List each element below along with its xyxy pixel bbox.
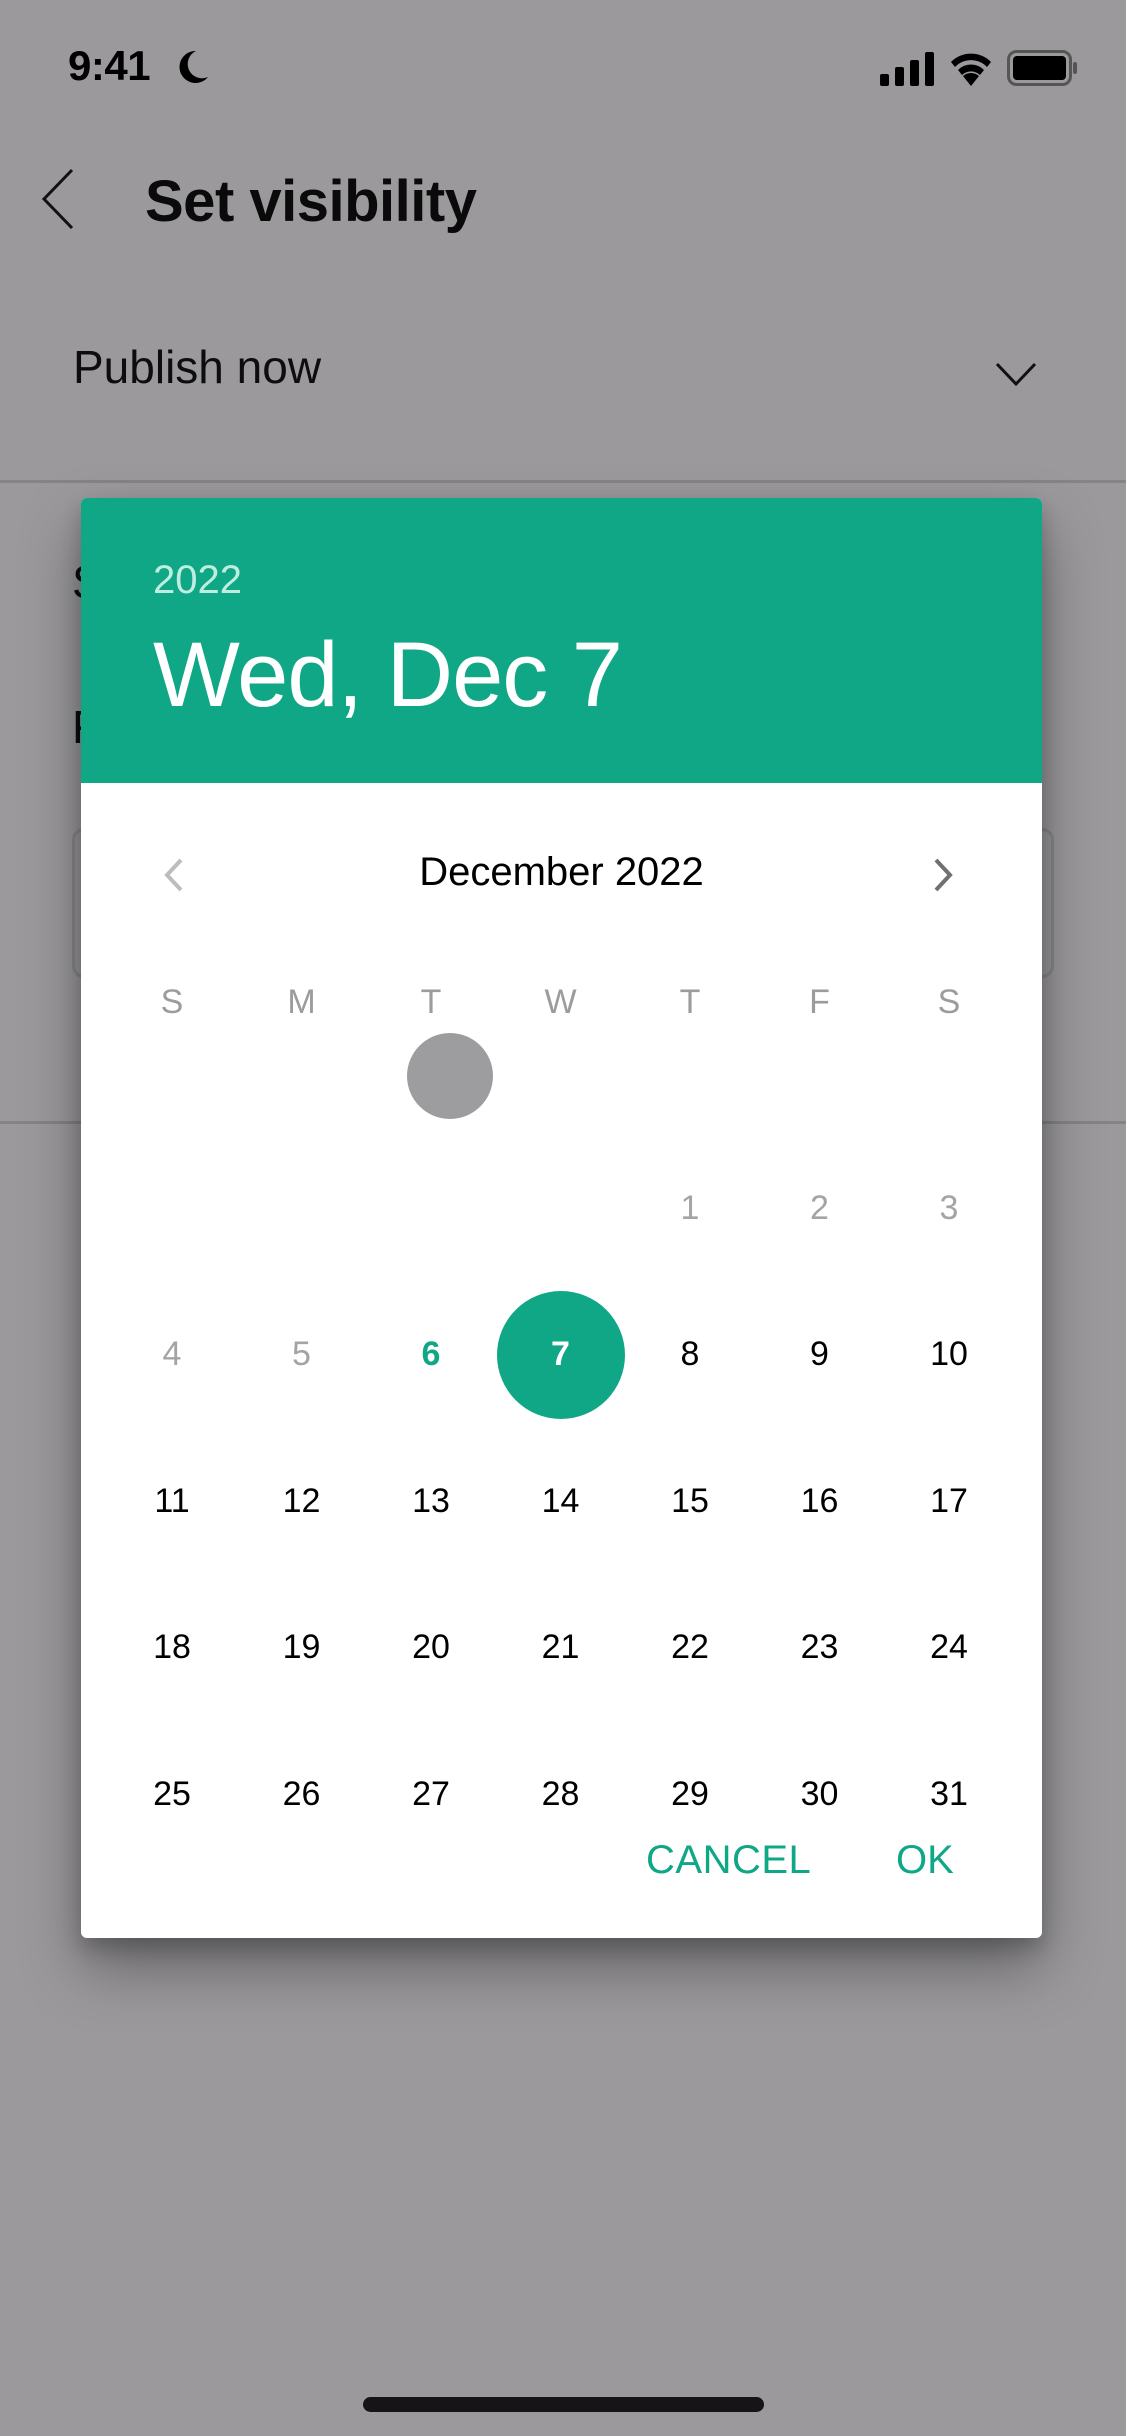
- wifi-icon: [951, 53, 991, 86]
- publish-select[interactable]: Publish now: [0, 320, 1126, 460]
- back-button[interactable]: [36, 166, 84, 232]
- day-grid: 1 2 3 4 5 6 7 8 9 10 11 12 13 14 15 16 17 18 19 20 21 22 23 24 2…: [81, 498, 1042, 1813]
- day-cell-disabled: 4: [162, 1335, 182, 1373]
- day-cell[interactable]: 21: [497, 1584, 625, 1712]
- day-cell[interactable]: 17: [885, 1437, 1013, 1565]
- day-cell[interactable]: 23: [756, 1584, 884, 1712]
- home-indicator[interactable]: [363, 2397, 764, 2412]
- publish-select-value: Publish now: [73, 341, 322, 393]
- day-cell[interactable]: 10: [885, 1291, 1013, 1419]
- divider: [0, 480, 1126, 483]
- battery-icon: [1007, 50, 1077, 86]
- page-title: Set visibility: [145, 169, 477, 234]
- day-cell[interactable]: 24: [885, 1584, 1013, 1712]
- day-cell[interactable]: 8: [626, 1291, 754, 1419]
- day-cell-today[interactable]: 6: [367, 1291, 495, 1419]
- day-cell[interactable]: 22: [626, 1584, 754, 1712]
- chevron-down-icon: [995, 362, 1037, 387]
- day-cell[interactable]: 11: [108, 1437, 236, 1565]
- day-cell-disabled: 3: [939, 1188, 959, 1227]
- ok-button[interactable]: OK: [896, 1838, 954, 1883]
- day-cell[interactable]: 9: [756, 1291, 884, 1419]
- day-cell[interactable]: 20: [367, 1584, 495, 1712]
- signal-icon: [880, 52, 934, 86]
- dialog-actions: CANCEL OK: [81, 1838, 1042, 1918]
- status-time: 9:41: [68, 42, 151, 89]
- cancel-button[interactable]: CANCEL: [646, 1838, 811, 1883]
- date-picker-dialog: 2022 Wed, Dec 7 December 2022 SMTWTFS 12…: [81, 498, 1042, 1938]
- day-cell[interactable]: 15: [626, 1437, 754, 1565]
- day-cell-disabled: 1: [680, 1188, 700, 1227]
- day-cell[interactable]: 12: [238, 1437, 366, 1565]
- day-cell-selected[interactable]: 7: [496, 1290, 625, 1419]
- status-bar: 9:41: [0, 0, 1126, 140]
- day-cell[interactable]: 16: [756, 1437, 884, 1565]
- moon-icon: [179, 50, 208, 83]
- day-cell-disabled: 2: [810, 1188, 829, 1227]
- day-cell[interactable]: 13: [367, 1437, 495, 1565]
- day-cell[interactable]: 14: [497, 1437, 625, 1565]
- day-cell-disabled: 5: [292, 1335, 311, 1373]
- day-cell[interactable]: 19: [238, 1584, 366, 1712]
- day-cell[interactable]: 18: [108, 1584, 236, 1712]
